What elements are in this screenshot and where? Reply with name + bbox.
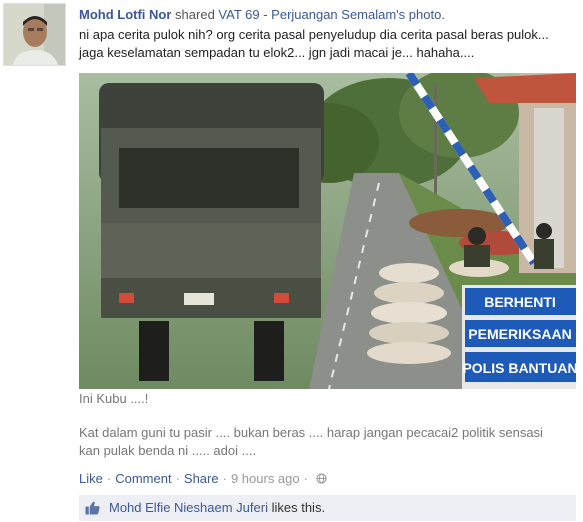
- sign-text-3: POLIS BANTUAN: [462, 360, 576, 376]
- comment-link[interactable]: Comment: [115, 471, 171, 486]
- likes-suffix: likes this.: [271, 500, 326, 515]
- post-action: shared: [175, 7, 215, 22]
- globe-icon[interactable]: [316, 473, 327, 484]
- message-line: jaga keselamatan sempadan tu elok2... jg…: [79, 45, 475, 60]
- share-link[interactable]: Share: [184, 471, 219, 486]
- post-actions: Like · Comment · Share · 9 hours ago ·: [79, 470, 327, 487]
- avatar-image: [4, 4, 65, 65]
- author-name[interactable]: Mohd Lotfi Nor: [79, 7, 171, 22]
- author-avatar[interactable]: [3, 3, 66, 66]
- timestamp[interactable]: 9 hours ago: [231, 471, 300, 486]
- separator: ·: [175, 471, 180, 486]
- post-photo[interactable]: BERHENTI PEMERIKSAAN POLIS BANTUAN: [79, 73, 576, 389]
- sign-text-1: BERHENTI: [484, 294, 556, 310]
- separator: ·: [106, 471, 112, 486]
- separator: ·: [222, 471, 227, 486]
- message-line: ni apa cerita pulok nih? org cerita pasa…: [79, 27, 549, 42]
- thumbs-up-icon: [85, 501, 100, 515]
- truck-checkpoint-photo: BERHENTI PEMERIKSAAN POLIS BANTUAN: [79, 73, 576, 389]
- post-message: ni apa cerita pulok nih? org cerita pasa…: [79, 26, 579, 62]
- like-link[interactable]: Like: [79, 471, 103, 486]
- description-line: Kat dalam guni tu pasir .... bukan beras…: [79, 425, 543, 440]
- likes-bar: Mohd Elfie Nieshaem Juferi likes this.: [79, 495, 576, 521]
- post-header: Mohd Lotfi Nor shared VAT 69 - Perjuanga…: [79, 6, 579, 23]
- separator: ·: [303, 471, 308, 486]
- shared-source-link[interactable]: VAT 69 - Perjuangan Semalam's photo.: [218, 7, 445, 22]
- sign-text-2: PEMERIKSAAN: [468, 326, 571, 342]
- photo-description: Kat dalam guni tu pasir .... bukan beras…: [79, 424, 574, 460]
- photo-caption: Ini Kubu ....!: [79, 391, 149, 406]
- liker-name-link[interactable]: Mohd Elfie Nieshaem Juferi: [109, 500, 268, 515]
- description-line: kan pulak benda ni ..... adoi ....: [79, 443, 257, 458]
